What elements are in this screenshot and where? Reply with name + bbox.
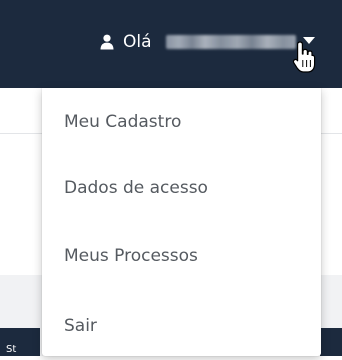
user-menu-toggle[interactable]: Olá [100, 24, 330, 73]
hand-pointer-icon [292, 41, 316, 73]
menu-item-meu-cadastro[interactable]: Meu Cadastro [42, 88, 321, 156]
page-dark-block [320, 328, 342, 356]
user-name-blurred [166, 35, 296, 49]
menu-item-dados-de-acesso[interactable]: Dados de acesso [42, 154, 321, 222]
top-navigation-bar: Olá [0, 0, 342, 88]
user-dropdown-menu: Meu Cadastro Dados de acesso Meus Proces… [42, 88, 321, 356]
greeting-text: Olá [123, 32, 152, 52]
menu-item-sair[interactable]: Sair [42, 292, 321, 360]
menu-item-meus-processos[interactable]: Meus Processos [42, 222, 321, 290]
user-icon [100, 34, 114, 50]
page-partial-text: St [6, 344, 17, 355]
